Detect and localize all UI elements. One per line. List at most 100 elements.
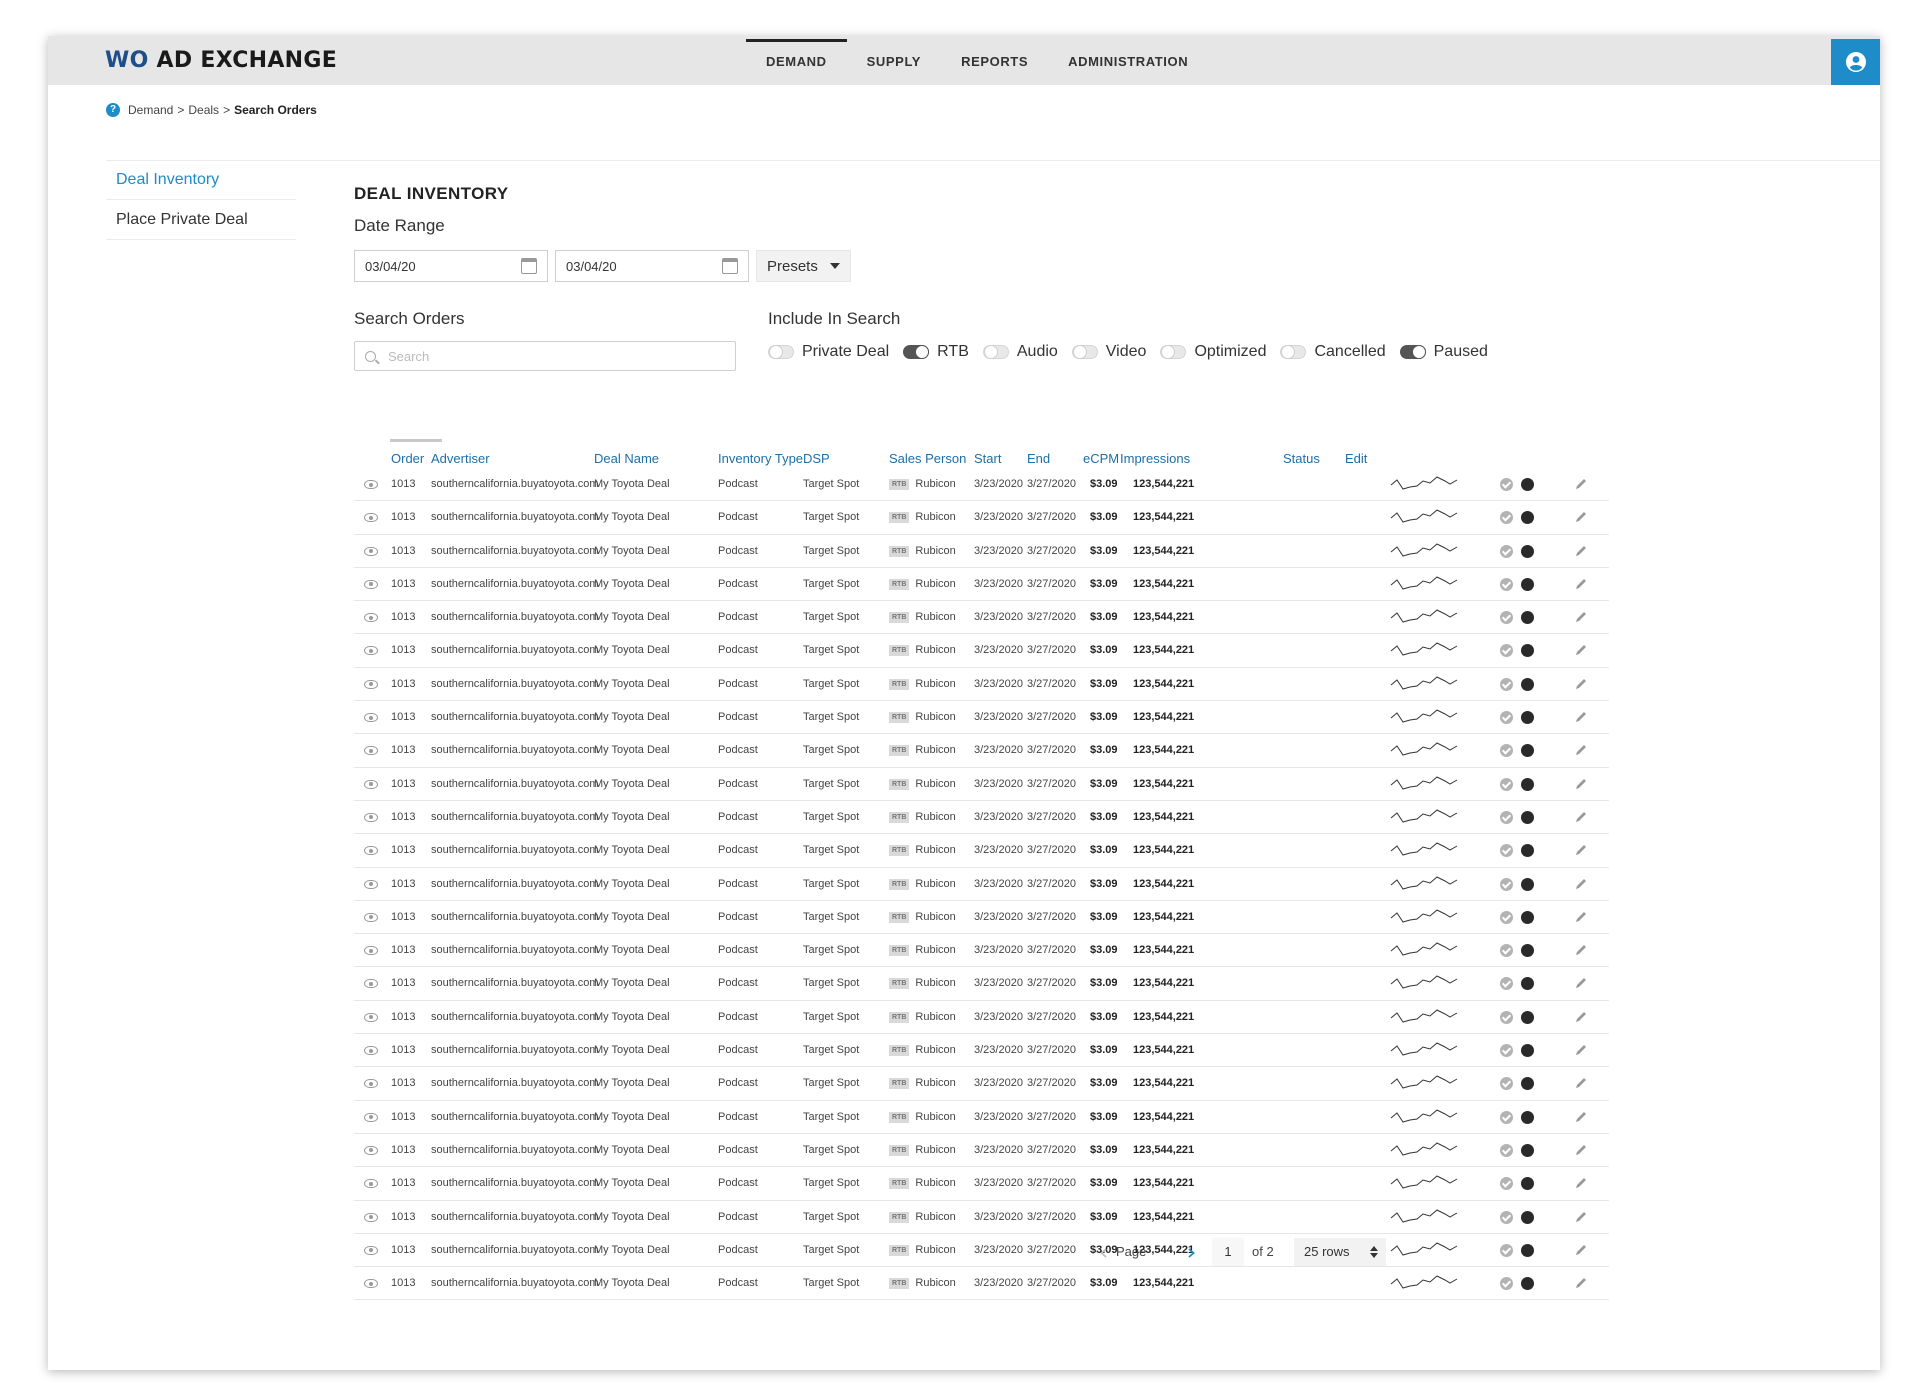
eye-icon[interactable] bbox=[364, 912, 378, 922]
status-check-icon[interactable] bbox=[1500, 777, 1513, 791]
status-dot-icon[interactable] bbox=[1521, 810, 1534, 824]
column-header-order[interactable]: Order bbox=[391, 451, 424, 466]
pencil-icon[interactable] bbox=[1574, 843, 1588, 857]
table-row[interactable]: 1013 southerncalifornia.buyatoyota.com My … bbox=[354, 568, 1609, 602]
eye-icon[interactable] bbox=[364, 713, 378, 723]
table-row[interactable]: 1013 southerncalifornia.buyatoyota.com My … bbox=[354, 801, 1609, 835]
status-check-icon[interactable] bbox=[1500, 910, 1513, 924]
status-dot-icon[interactable] bbox=[1521, 1143, 1534, 1157]
toggle-video[interactable]: Video bbox=[1071, 343, 1146, 361]
toggle-optimized[interactable]: Optimized bbox=[1160, 343, 1266, 361]
table-row[interactable]: 1013 southerncalifornia.buyatoyota.com My … bbox=[354, 634, 1609, 668]
table-row[interactable]: 1013 southerncalifornia.buyatoyota.com My … bbox=[354, 668, 1609, 702]
toggle-audio[interactable]: Audio bbox=[982, 343, 1058, 361]
status-dot-icon[interactable] bbox=[1521, 1044, 1534, 1058]
toggle-switch[interactable] bbox=[982, 345, 1009, 359]
pencil-icon[interactable] bbox=[1574, 643, 1588, 657]
status-check-icon[interactable] bbox=[1500, 744, 1513, 758]
status-dot-icon[interactable] bbox=[1521, 744, 1534, 758]
status-check-icon[interactable] bbox=[1500, 977, 1513, 991]
end-date-field[interactable]: 03/04/20 bbox=[555, 250, 749, 282]
status-dot-icon[interactable] bbox=[1521, 1277, 1534, 1291]
status-dot-icon[interactable] bbox=[1521, 1010, 1534, 1024]
column-header-impressions[interactable]: Impressions bbox=[1120, 451, 1190, 466]
eye-icon[interactable] bbox=[364, 1145, 378, 1155]
toggle-rtb[interactable]: RTB bbox=[903, 343, 969, 361]
eye-icon[interactable] bbox=[364, 613, 378, 623]
eye-icon[interactable] bbox=[364, 812, 378, 822]
toggle-switch[interactable] bbox=[1399, 345, 1426, 359]
pencil-icon[interactable] bbox=[1574, 976, 1588, 990]
eye-icon[interactable] bbox=[364, 1279, 378, 1289]
column-header-ecpm[interactable]: eCPM bbox=[1083, 451, 1119, 466]
status-check-icon[interactable] bbox=[1500, 711, 1513, 725]
chevron-right-icon[interactable] bbox=[1188, 1248, 1195, 1258]
table-row[interactable]: 1013 southerncalifornia.buyatoyota.com My … bbox=[354, 601, 1609, 635]
pencil-icon[interactable] bbox=[1574, 777, 1588, 791]
column-header-status[interactable]: Status bbox=[1283, 451, 1320, 466]
status-dot-icon[interactable] bbox=[1521, 777, 1534, 791]
app-logo[interactable]: WO AD EXCHANGE bbox=[105, 48, 337, 73]
status-dot-icon[interactable] bbox=[1521, 910, 1534, 924]
eye-icon[interactable] bbox=[364, 546, 378, 556]
toggle-cancelled[interactable]: Cancelled bbox=[1280, 343, 1386, 361]
status-dot-icon[interactable] bbox=[1521, 511, 1534, 525]
pencil-icon[interactable] bbox=[1574, 1043, 1588, 1057]
status-check-icon[interactable] bbox=[1500, 1210, 1513, 1224]
status-check-icon[interactable] bbox=[1500, 1044, 1513, 1058]
eye-icon[interactable] bbox=[364, 879, 378, 889]
table-row[interactable]: 1013 southerncalifornia.buyatoyota.com My … bbox=[354, 967, 1609, 1001]
nav-supply[interactable]: SUPPLY bbox=[847, 36, 941, 85]
toggle-private-deal[interactable]: Private Deal bbox=[768, 343, 889, 361]
pencil-icon[interactable] bbox=[1574, 1110, 1588, 1124]
help-icon[interactable]: ? bbox=[106, 103, 120, 117]
sidebar-item-place-private-deal[interactable]: Place Private Deal bbox=[106, 200, 296, 240]
pencil-icon[interactable] bbox=[1574, 910, 1588, 924]
presets-dropdown[interactable]: Presets bbox=[756, 250, 851, 282]
table-row[interactable]: 1013 southerncalifornia.buyatoyota.com My … bbox=[354, 1067, 1609, 1101]
status-dot-icon[interactable] bbox=[1521, 844, 1534, 858]
status-check-icon[interactable] bbox=[1500, 677, 1513, 691]
column-header-advertiser[interactable]: Advertiser bbox=[431, 451, 490, 466]
column-header-deal-name[interactable]: Deal Name bbox=[594, 451, 659, 466]
eye-icon[interactable] bbox=[364, 979, 378, 989]
eye-icon[interactable] bbox=[364, 846, 378, 856]
sidebar-item-deal-inventory[interactable]: Deal Inventory bbox=[106, 160, 296, 200]
status-check-icon[interactable] bbox=[1500, 1077, 1513, 1091]
pencil-icon[interactable] bbox=[1574, 710, 1588, 724]
status-check-icon[interactable] bbox=[1500, 644, 1513, 658]
toggle-switch[interactable] bbox=[1071, 345, 1098, 359]
pencil-icon[interactable] bbox=[1574, 810, 1588, 824]
pencil-icon[interactable] bbox=[1574, 1076, 1588, 1090]
table-row[interactable]: 1013 southerncalifornia.buyatoyota.com My … bbox=[354, 734, 1609, 768]
status-check-icon[interactable] bbox=[1500, 944, 1513, 958]
eye-icon[interactable] bbox=[364, 946, 378, 956]
eye-icon[interactable] bbox=[364, 1079, 378, 1089]
table-row[interactable]: 1013 southerncalifornia.buyatoyota.com My … bbox=[354, 701, 1609, 735]
pencil-icon[interactable] bbox=[1574, 943, 1588, 957]
status-dot-icon[interactable] bbox=[1521, 1177, 1534, 1191]
column-header-start[interactable]: Start bbox=[974, 451, 1001, 466]
breadcrumb-deals[interactable]: Deals bbox=[188, 103, 219, 117]
page-number-input[interactable]: 1 bbox=[1212, 1238, 1244, 1266]
table-row[interactable]: 1013 southerncalifornia.buyatoyota.com My … bbox=[354, 1134, 1609, 1168]
eye-icon[interactable] bbox=[364, 679, 378, 689]
status-check-icon[interactable] bbox=[1500, 544, 1513, 558]
toggle-switch[interactable] bbox=[1280, 345, 1307, 359]
pencil-icon[interactable] bbox=[1574, 1210, 1588, 1224]
eye-icon[interactable] bbox=[364, 579, 378, 589]
status-check-icon[interactable] bbox=[1500, 478, 1513, 491]
eye-icon[interactable] bbox=[364, 513, 378, 523]
pencil-icon[interactable] bbox=[1574, 1010, 1588, 1024]
pencil-icon[interactable] bbox=[1574, 544, 1588, 558]
pencil-icon[interactable] bbox=[1574, 1176, 1588, 1190]
status-dot-icon[interactable] bbox=[1521, 1210, 1534, 1224]
pencil-icon[interactable] bbox=[1574, 1143, 1588, 1157]
pencil-icon[interactable] bbox=[1574, 743, 1588, 757]
table-row[interactable]: 1013 southerncalifornia.buyatoyota.com My … bbox=[354, 1034, 1609, 1068]
table-row[interactable]: 1013 southerncalifornia.buyatoyota.com My … bbox=[354, 535, 1609, 568]
status-dot-icon[interactable] bbox=[1521, 611, 1534, 625]
pencil-icon[interactable] bbox=[1574, 877, 1588, 891]
status-check-icon[interactable] bbox=[1500, 1010, 1513, 1024]
status-dot-icon[interactable] bbox=[1521, 711, 1534, 725]
